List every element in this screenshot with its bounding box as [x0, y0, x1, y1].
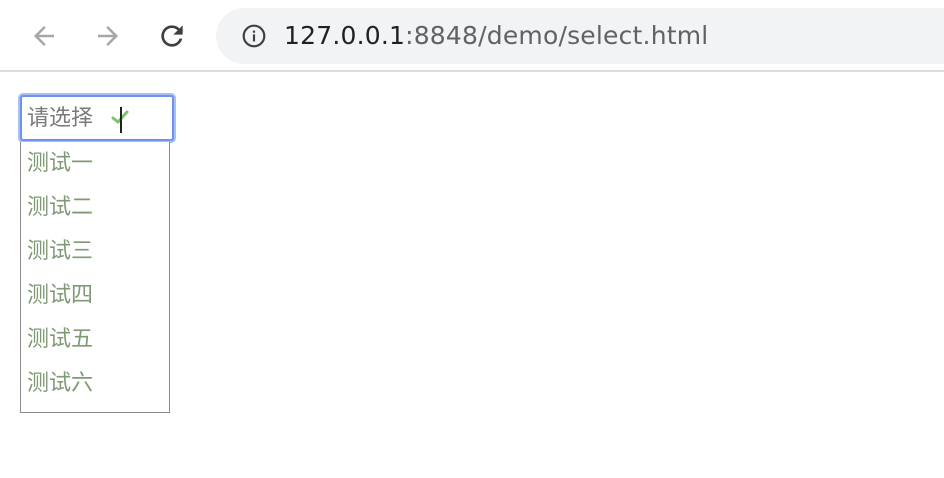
dropdown-option[interactable]: 测试四: [27, 281, 93, 311]
dropdown-list: 测试一 测试二 测试三 测试四 测试五 测试六: [20, 142, 170, 413]
info-icon[interactable]: [240, 22, 268, 50]
arrow-right-icon: [98, 26, 118, 46]
dropdown-option[interactable]: 测试六: [27, 369, 93, 399]
dropdown-option[interactable]: 测试三: [27, 237, 93, 267]
back-button[interactable]: [24, 16, 64, 56]
arrow-left-icon: [34, 26, 54, 46]
reload-icon: [161, 25, 183, 47]
url-text[interactable]: 127.0.0.1:8848/demo/select.html: [284, 19, 708, 53]
text-caret: [120, 107, 122, 133]
url-path: :8848/demo/select.html: [405, 21, 709, 50]
dropdown-option[interactable]: 测试一: [27, 149, 93, 179]
url-host: 127.0.0.1: [284, 21, 406, 50]
dropdown-option[interactable]: 测试五: [27, 325, 93, 355]
forward-button[interactable]: [88, 16, 128, 56]
browser-toolbar: 127.0.0.1:8848/demo/select.html: [0, 0, 944, 72]
dropdown-option[interactable]: 测试二: [27, 193, 93, 223]
select-input-box[interactable]: 请选择: [20, 95, 174, 141]
reload-button[interactable]: [152, 16, 192, 56]
select-input-text: 请选择: [27, 106, 94, 131]
